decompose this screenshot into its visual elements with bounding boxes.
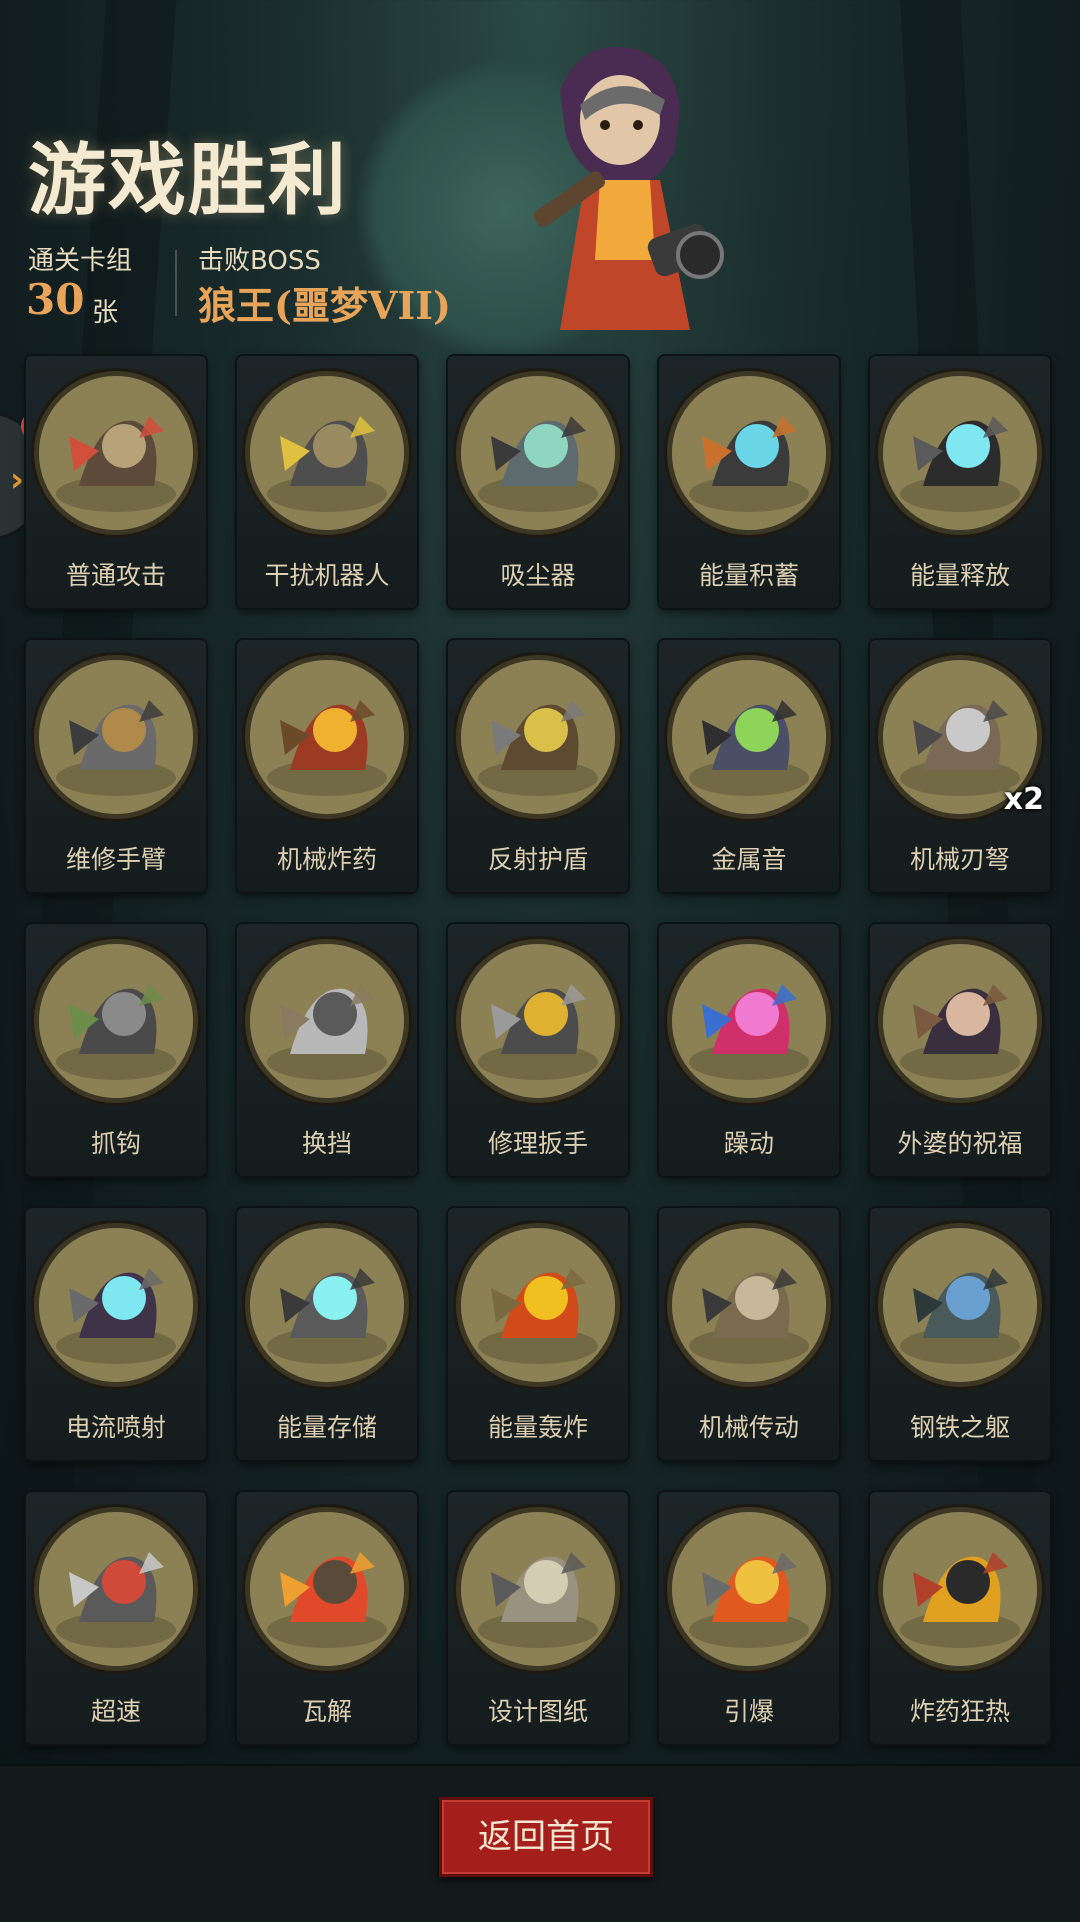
skill-card[interactable]: 修理扳手 — [448, 924, 628, 1176]
skill-card-name: 普通攻击 — [65, 561, 166, 590]
skill-card-name: 超速 — [90, 1697, 141, 1726]
return-home-button[interactable]: 返回首页 — [439, 1797, 653, 1877]
skill-card-name: 机械传动 — [698, 1413, 799, 1442]
skill-card[interactable]: 金属音 — [659, 640, 839, 892]
skill-card[interactable]: 机械炸药 — [237, 640, 417, 892]
blueprint-icon — [461, 1512, 615, 1666]
vacuum-icon — [461, 376, 615, 530]
boss-name: 狼王(噩梦VII) — [198, 283, 451, 328]
skill-card-name: 反射护盾 — [487, 845, 588, 874]
skill-card-name: 能量轰炸 — [487, 1413, 588, 1442]
conveyor-icon — [672, 1228, 826, 1382]
grapple-hook-icon — [39, 944, 193, 1098]
skill-card[interactable]: 超速 — [26, 1492, 206, 1744]
skill-card-name: 躁动 — [723, 1129, 774, 1158]
lightning-icon — [883, 376, 1037, 530]
skill-card-name: 机械刃弩 — [909, 845, 1010, 874]
skill-card-name: 能量存储 — [276, 1413, 377, 1442]
skill-card-name: 外婆的祝福 — [897, 1129, 1023, 1158]
skill-card[interactable]: 电流喷射 — [26, 1208, 206, 1460]
skill-card[interactable]: 干扰机器人 — [237, 356, 417, 608]
deck-label: 通关卡组 — [28, 246, 133, 276]
robot-icon — [250, 376, 404, 530]
stat-divider — [175, 250, 177, 316]
skill-card[interactable]: x2 机械刃弩 — [870, 640, 1050, 892]
detonate-icon — [672, 1512, 826, 1666]
skill-card[interactable]: 躁动 — [659, 924, 839, 1176]
skill-card-name: 引爆 — [723, 1697, 774, 1726]
skill-card[interactable]: 维修手臂 — [26, 640, 206, 892]
skill-card[interactable]: 吸尘器 — [448, 356, 628, 608]
skill-card[interactable]: 反射护盾 — [448, 640, 628, 892]
skill-card[interactable]: 炸药狂热 — [870, 1492, 1050, 1744]
skill-card[interactable]: 瓦解 — [237, 1492, 417, 1744]
skill-card[interactable]: 换挡 — [237, 924, 417, 1176]
bomb-frenzy-icon — [883, 1512, 1037, 1666]
dynamite-icon — [250, 660, 404, 814]
claw-arm-icon — [39, 376, 193, 530]
wrench-icon — [461, 944, 615, 1098]
skill-card-name: 能量积蓄 — [698, 561, 799, 590]
skill-card[interactable]: 能量释放 — [870, 356, 1050, 608]
rage-icon — [672, 944, 826, 1098]
skill-card-name: 吸尘器 — [500, 561, 576, 590]
deck-unit: 张 — [92, 298, 119, 328]
grandma-icon — [883, 944, 1037, 1098]
fireball-icon — [461, 1228, 615, 1382]
hero-character-illustration — [533, 46, 724, 330]
skill-card-name: 维修手臂 — [65, 845, 166, 874]
victory-header: 游戏胜利 通关卡组 30 张 击败BOSS 狼王(噩梦VII) — [0, 0, 1080, 345]
unicycle-robot-icon — [39, 1512, 193, 1666]
skill-card[interactable]: 引爆 — [659, 1492, 839, 1744]
skill-card[interactable]: 能量存储 — [237, 1208, 417, 1460]
chevron-right-icon[interactable]: › — [10, 460, 24, 500]
deck-count: 30 — [26, 275, 85, 324]
skill-card[interactable]: 能量轰炸 — [448, 1208, 628, 1460]
skill-card-name: 抓钩 — [90, 1129, 141, 1158]
skill-card-name: 机械炸药 — [276, 845, 377, 874]
skill-card-name: 换挡 — [301, 1129, 352, 1158]
skill-card-name: 干扰机器人 — [264, 561, 390, 590]
boss-label: 击败BOSS — [198, 246, 321, 276]
page-title: 游戏胜利 — [28, 135, 349, 226]
skill-card[interactable]: 能量积蓄 — [659, 356, 839, 608]
disintegrate-icon — [250, 1512, 404, 1666]
skill-card-name: 设计图纸 — [487, 1697, 588, 1726]
gear-shift-icon — [250, 944, 404, 1098]
skill-card-name: 电流喷射 — [65, 1413, 166, 1442]
skill-card[interactable]: 普通攻击 — [26, 356, 206, 608]
skill-card[interactable]: 外婆的祝福 — [870, 924, 1050, 1176]
iron-body-icon — [883, 1228, 1037, 1382]
horn-icon — [672, 660, 826, 814]
skill-card-name: 能量释放 — [909, 561, 1010, 590]
electric-spray-icon — [39, 1228, 193, 1382]
count-badge: x2 — [1003, 782, 1044, 817]
skill-card-name: 金属音 — [711, 845, 787, 874]
skill-card[interactable]: 钢铁之躯 — [870, 1208, 1050, 1460]
repair-arm-icon — [39, 660, 193, 814]
skill-card[interactable]: 抓钩 — [26, 924, 206, 1176]
skill-card-name: 钢铁之躯 — [909, 1413, 1010, 1442]
skill-card-name: 炸药狂热 — [909, 1697, 1010, 1726]
skill-card-name: 修理扳手 — [487, 1129, 588, 1158]
energy-dome-icon — [672, 376, 826, 530]
battery-icon — [250, 1228, 404, 1382]
skill-card-name: 瓦解 — [301, 1697, 352, 1726]
shield-icon — [461, 660, 615, 814]
skill-card[interactable]: 机械传动 — [659, 1208, 839, 1460]
skill-card[interactable]: 设计图纸 — [448, 1492, 628, 1744]
